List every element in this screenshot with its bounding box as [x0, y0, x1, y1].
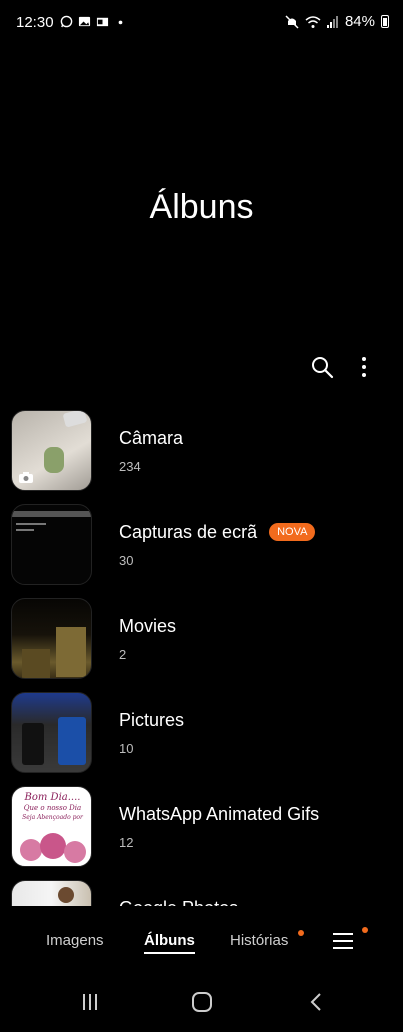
- album-thumbnail: [11, 692, 92, 773]
- album-name: Câmara: [119, 428, 184, 448]
- thumb-shape: [16, 523, 46, 525]
- album-camera[interactable]: Câmara 234: [0, 408, 403, 492]
- tab-stories[interactable]: Histórias: [230, 932, 288, 949]
- album-thumbnail: [11, 880, 92, 906]
- outlook-icon: [96, 17, 109, 27]
- thumb-caption-line: Bom Dia....: [24, 792, 81, 803]
- album-name: Movies: [119, 616, 177, 636]
- album-list: Câmara 234 Capturas de ecrã NOVA 30 Movie…: [0, 408, 403, 906]
- camera-icon: [19, 472, 33, 483]
- album-name-text: Capturas de ecrã: [119, 522, 258, 542]
- bottom-nav: Imagens Álbuns Histórias: [0, 906, 403, 970]
- more-options-icon[interactable]: [351, 354, 377, 380]
- album-count: 12: [119, 835, 134, 850]
- album-screenshots[interactable]: Capturas de ecrã NOVA 30: [0, 502, 403, 586]
- rose-shape: [20, 839, 42, 861]
- thumb-caption-line: Seja Abençoado por: [22, 814, 83, 821]
- album-whatsapp-gifs[interactable]: Bom Dia.... Que o nosso Dia Seja Abençoa…: [0, 784, 403, 868]
- status-time: 12:30: [16, 14, 54, 31]
- search-icon[interactable]: [309, 354, 335, 380]
- page-title: Álbuns: [149, 188, 254, 226]
- thumb-shape: [44, 447, 64, 473]
- album-name: Capturas de ecrã NOVA: [119, 522, 316, 543]
- battery-icon: [381, 15, 389, 28]
- thumb-shape: [22, 723, 44, 765]
- home-icon[interactable]: [191, 992, 213, 1012]
- tab-albums[interactable]: Álbuns: [144, 932, 195, 954]
- album-name: Google Photos: [119, 898, 238, 906]
- battery-percent: 84%: [344, 13, 375, 30]
- thumb-shape: [12, 511, 91, 517]
- thumb-shape: [56, 627, 86, 677]
- album-thumbnail: [11, 410, 92, 491]
- rose-shape: [40, 833, 66, 859]
- album-google-photos[interactable]: Google Photos: [0, 878, 403, 906]
- wifi-icon: [305, 15, 321, 28]
- signal-icon: [326, 15, 338, 28]
- album-thumbnail: Bom Dia.... Que o nosso Dia Seja Abençoa…: [11, 786, 92, 867]
- system-nav-bar: [0, 970, 403, 1032]
- album-thumbnail: [11, 598, 92, 679]
- album-thumbnail: [11, 504, 92, 585]
- recent-apps-icon[interactable]: [80, 992, 100, 1012]
- album-count: 30: [119, 553, 134, 568]
- menu-icon[interactable]: [333, 932, 353, 950]
- mute-icon: [285, 14, 299, 29]
- tab-images[interactable]: Imagens: [46, 932, 104, 949]
- thumb-shape: [22, 649, 50, 678]
- thumb-shape: [16, 529, 34, 531]
- status-bar: 12:30 84%: [0, 0, 403, 46]
- album-count: 2: [119, 647, 127, 662]
- thumb-shape: [62, 411, 88, 428]
- album-movies[interactable]: Movies 2: [0, 596, 403, 680]
- thumb-caption-line: Que o nosso Dia: [23, 804, 82, 812]
- notification-icons: [60, 15, 127, 28]
- album-name: WhatsApp Animated Gifs: [119, 804, 320, 824]
- notification-dot: [298, 930, 304, 936]
- dot-icon: [118, 20, 123, 25]
- notification-dot: [362, 927, 368, 933]
- album-count: 234: [119, 459, 141, 474]
- new-badge: NOVA: [269, 523, 316, 541]
- thumb-caption: Bom Dia.... Que o nosso Dia Seja Abençoa…: [12, 792, 91, 823]
- thumb-shape: [58, 717, 86, 765]
- thumb-shape: [58, 887, 74, 903]
- image-icon: [78, 16, 91, 27]
- status-right: 84%: [285, 13, 389, 30]
- back-icon[interactable]: [306, 992, 326, 1012]
- rose-shape: [64, 841, 86, 863]
- album-count: 10: [119, 741, 134, 756]
- album-pictures[interactable]: Pictures 10: [0, 690, 403, 774]
- whatsapp-icon: [60, 15, 73, 28]
- album-name: Pictures: [119, 710, 185, 730]
